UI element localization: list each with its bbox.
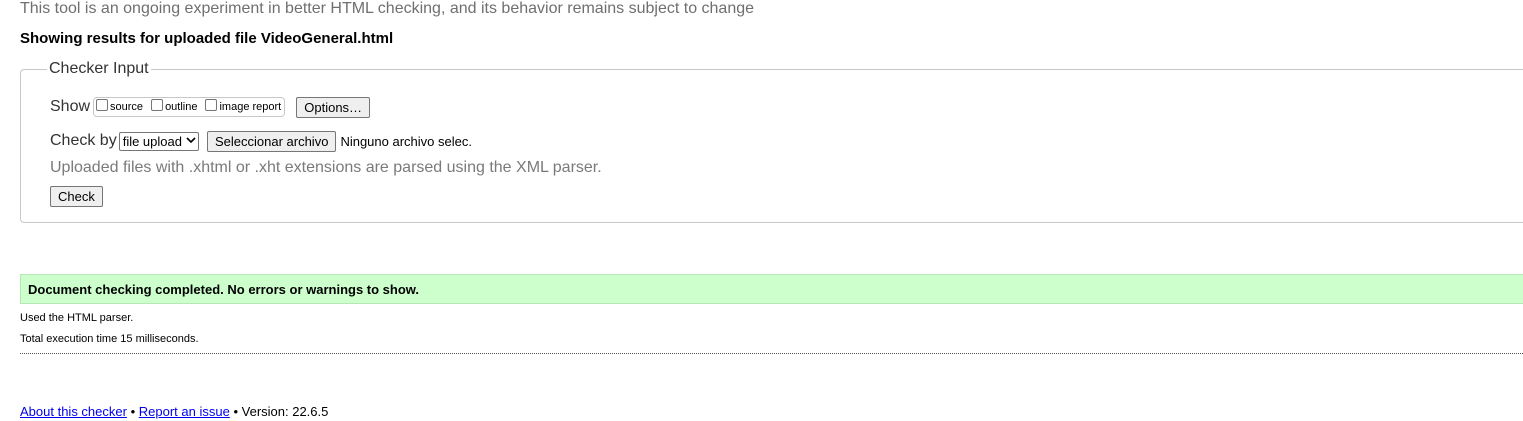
source-checkbox[interactable] [96, 99, 109, 111]
chevron-down-icon [186, 135, 196, 147]
no-file-selected-text: Ninguno archivo selec. [340, 133, 472, 149]
outline-checkbox[interactable] [151, 99, 164, 111]
check-by-select[interactable]: file upload [118, 131, 199, 151]
about-checker-link[interactable]: About this checker [20, 404, 127, 419]
check-button[interactable]: Check [50, 186, 103, 207]
report-issue-link[interactable]: Report an issue [139, 404, 230, 419]
image-report-checkbox[interactable] [205, 99, 218, 111]
image-report-option-label: image report [219, 101, 282, 113]
check-by-selected-value: file upload [122, 133, 182, 149]
divider [20, 353, 1523, 354]
parser-used-text: Used the HTML parser. [20, 312, 134, 324]
source-option-label: source [110, 101, 144, 113]
version-text: Version: 22.6.5 [241, 404, 329, 419]
footer-separator: • [233, 404, 239, 419]
check-by-label: Check by [50, 132, 117, 149]
check-by-row: Check by file upload Seleccionar archivo… [50, 130, 472, 152]
footer-separator: • [130, 404, 136, 419]
show-label: Show [50, 98, 91, 115]
checker-input-legend: Checker Input [47, 60, 151, 78]
footer: About this checker • Report an issue • V… [20, 404, 328, 420]
success-message: Document checking completed. No errors o… [20, 274, 1523, 304]
show-options-group: source outline image report [93, 97, 286, 117]
results-heading: Showing results for uploaded file VideoG… [20, 30, 394, 47]
show-source-option[interactable]: source [96, 99, 144, 113]
show-image-report-option[interactable]: image report [205, 99, 282, 113]
parser-note: Uploaded files with .xhtml or .xht exten… [50, 159, 602, 176]
outline-option-label: outline [165, 101, 198, 113]
checker-input-fieldset: Checker Input Show source outline image … [20, 60, 1523, 223]
execution-time-text: Total execution time 15 milliseconds. [20, 333, 199, 345]
show-outline-option[interactable]: outline [151, 99, 198, 113]
show-row: Show source outline image report Options… [50, 96, 371, 118]
choose-file-button[interactable]: Seleccionar archivo [206, 130, 337, 152]
validator-page: This tool is an ongoing experiment in be… [0, 0, 1523, 421]
disclaimer-text: This tool is an ongoing experiment in be… [20, 0, 755, 17]
options-button[interactable]: Options… [296, 96, 371, 118]
